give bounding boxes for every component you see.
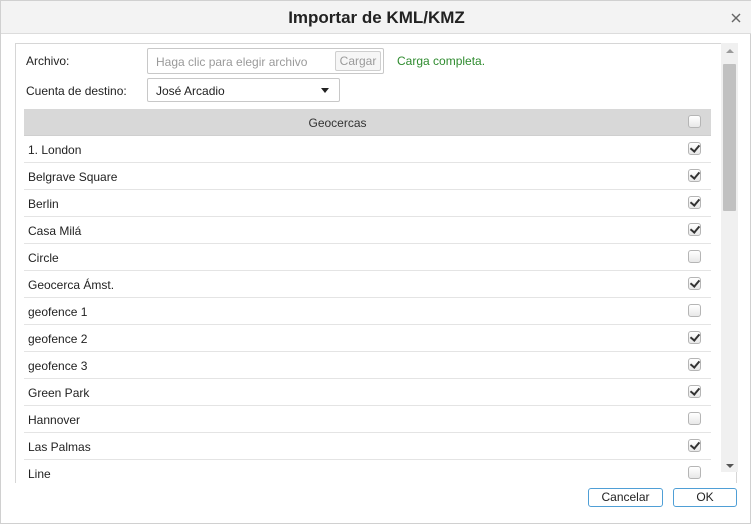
geofence-name: Hannover (28, 413, 81, 427)
row-checkbox[interactable] (688, 277, 701, 290)
table-row[interactable]: Geocerca Ámst. (24, 271, 711, 298)
scroll-down-icon[interactable] (726, 464, 734, 468)
table-row[interactable]: Las Palmas (24, 433, 711, 460)
scroll-thumb[interactable] (723, 64, 736, 211)
row-checkbox[interactable] (688, 385, 701, 398)
row-checkbox[interactable] (688, 223, 701, 236)
row-checkbox[interactable] (688, 331, 701, 344)
table-row[interactable]: geofence 1 (24, 298, 711, 325)
geofence-name: Belgrave Square (28, 170, 118, 184)
dialog-footer: Cancelar OK (1, 483, 751, 524)
geofence-name: Berlin (28, 197, 59, 211)
file-picker-input[interactable]: Haga clic para elegir archivo Cargar (147, 48, 384, 74)
select-all-checkbox[interactable] (688, 115, 701, 128)
table-row[interactable]: geofence 3 (24, 352, 711, 379)
account-row: Cuenta de destino: José Arcadio (26, 78, 726, 104)
row-checkbox[interactable] (688, 304, 701, 317)
account-select[interactable]: José Arcadio (147, 78, 340, 102)
vertical-scrollbar[interactable] (721, 43, 738, 472)
dialog-titlebar: Importar de KML/KMZ (1, 1, 751, 34)
row-checkbox[interactable] (688, 412, 701, 425)
table-row[interactable]: Casa Milá (24, 217, 711, 244)
table-row[interactable]: Belgrave Square (24, 163, 711, 190)
account-label: Cuenta de destino: (26, 84, 127, 98)
dialog-title: Importar de KML/KMZ (288, 8, 465, 27)
file-placeholder: Haga clic para elegir archivo (156, 55, 308, 69)
scroll-up-icon[interactable] (726, 49, 734, 53)
file-row: Archivo: Haga clic para elegir archivo C… (26, 48, 726, 74)
chevron-down-icon (321, 88, 329, 93)
table-body: 1. London Belgrave Square Berlin Casa Milá C… (24, 136, 711, 483)
geofence-name: Circle (28, 251, 59, 265)
geofence-name: Casa Milá (28, 224, 82, 238)
account-select-value: José Arcadio (156, 84, 225, 98)
geofence-name: Green Park (28, 386, 90, 400)
upload-button[interactable]: Cargar (335, 51, 381, 71)
row-checkbox[interactable] (688, 358, 701, 371)
row-checkbox[interactable] (688, 250, 701, 263)
table-header: Geocercas (24, 109, 711, 136)
table-row[interactable]: Green Park (24, 379, 711, 406)
ok-button[interactable]: OK (673, 488, 737, 507)
row-checkbox[interactable] (688, 169, 701, 182)
geofence-name: Line (28, 467, 51, 481)
row-checkbox[interactable] (688, 142, 701, 155)
row-checkbox[interactable] (688, 466, 701, 479)
geofence-name: Geocerca Ámst. (28, 278, 115, 292)
row-checkbox[interactable] (688, 439, 701, 452)
table-row[interactable]: Circle (24, 244, 711, 271)
upload-status: Carga completa. (397, 54, 486, 68)
table-row[interactable]: Berlin (24, 190, 711, 217)
geofence-table: Geocercas 1. London Belgrave Square Berlin… (24, 109, 711, 483)
table-row[interactable]: Line (24, 460, 711, 483)
import-kml-dialog: Importar de KML/KMZ Archivo: Haga clic p… (0, 0, 751, 524)
dialog-content: Archivo: Haga clic para elegir archivo C… (15, 43, 737, 483)
geofence-name: 1. London (28, 143, 82, 157)
cancel-button[interactable]: Cancelar (588, 488, 663, 507)
close-icon[interactable] (728, 10, 744, 26)
geofence-name: Las Palmas (28, 440, 91, 454)
table-row[interactable]: Hannover (24, 406, 711, 433)
geofence-name: geofence 3 (28, 359, 88, 373)
column-header-geofences: Geocercas (308, 116, 367, 130)
geofence-name: geofence 2 (28, 332, 88, 346)
table-row[interactable]: 1. London (24, 136, 711, 163)
geofence-name: geofence 1 (28, 305, 88, 319)
row-checkbox[interactable] (688, 196, 701, 209)
table-row[interactable]: geofence 2 (24, 325, 711, 352)
file-label: Archivo: (26, 54, 70, 68)
